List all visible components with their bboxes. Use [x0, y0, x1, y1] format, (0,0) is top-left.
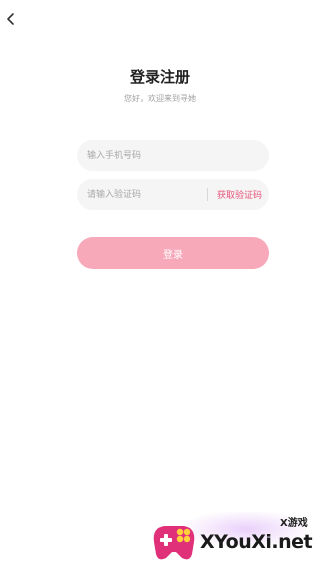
verification-code-input[interactable] — [77, 179, 199, 210]
page-subtitle: 您好，欢迎来到寻她 — [124, 94, 196, 103]
gamepad-logo-icon — [153, 526, 195, 560]
phone-field-container — [77, 140, 269, 171]
login-button[interactable]: 登录 — [77, 237, 269, 269]
page-title: 登录注册 — [129, 68, 190, 86]
code-field-container: 获取验证码 — [77, 179, 269, 210]
watermark-brand: XYouXi.net — [200, 531, 313, 553]
field-divider — [207, 188, 208, 201]
get-code-button[interactable]: 获取验证码 — [217, 188, 262, 201]
chevron-left-icon — [7, 13, 14, 25]
back-button[interactable] — [2, 10, 20, 28]
watermark: X游戏 XYouXi.net — [146, 506, 320, 570]
watermark-sub: X游戏 — [280, 518, 308, 529]
phone-input[interactable] — [77, 140, 267, 171]
